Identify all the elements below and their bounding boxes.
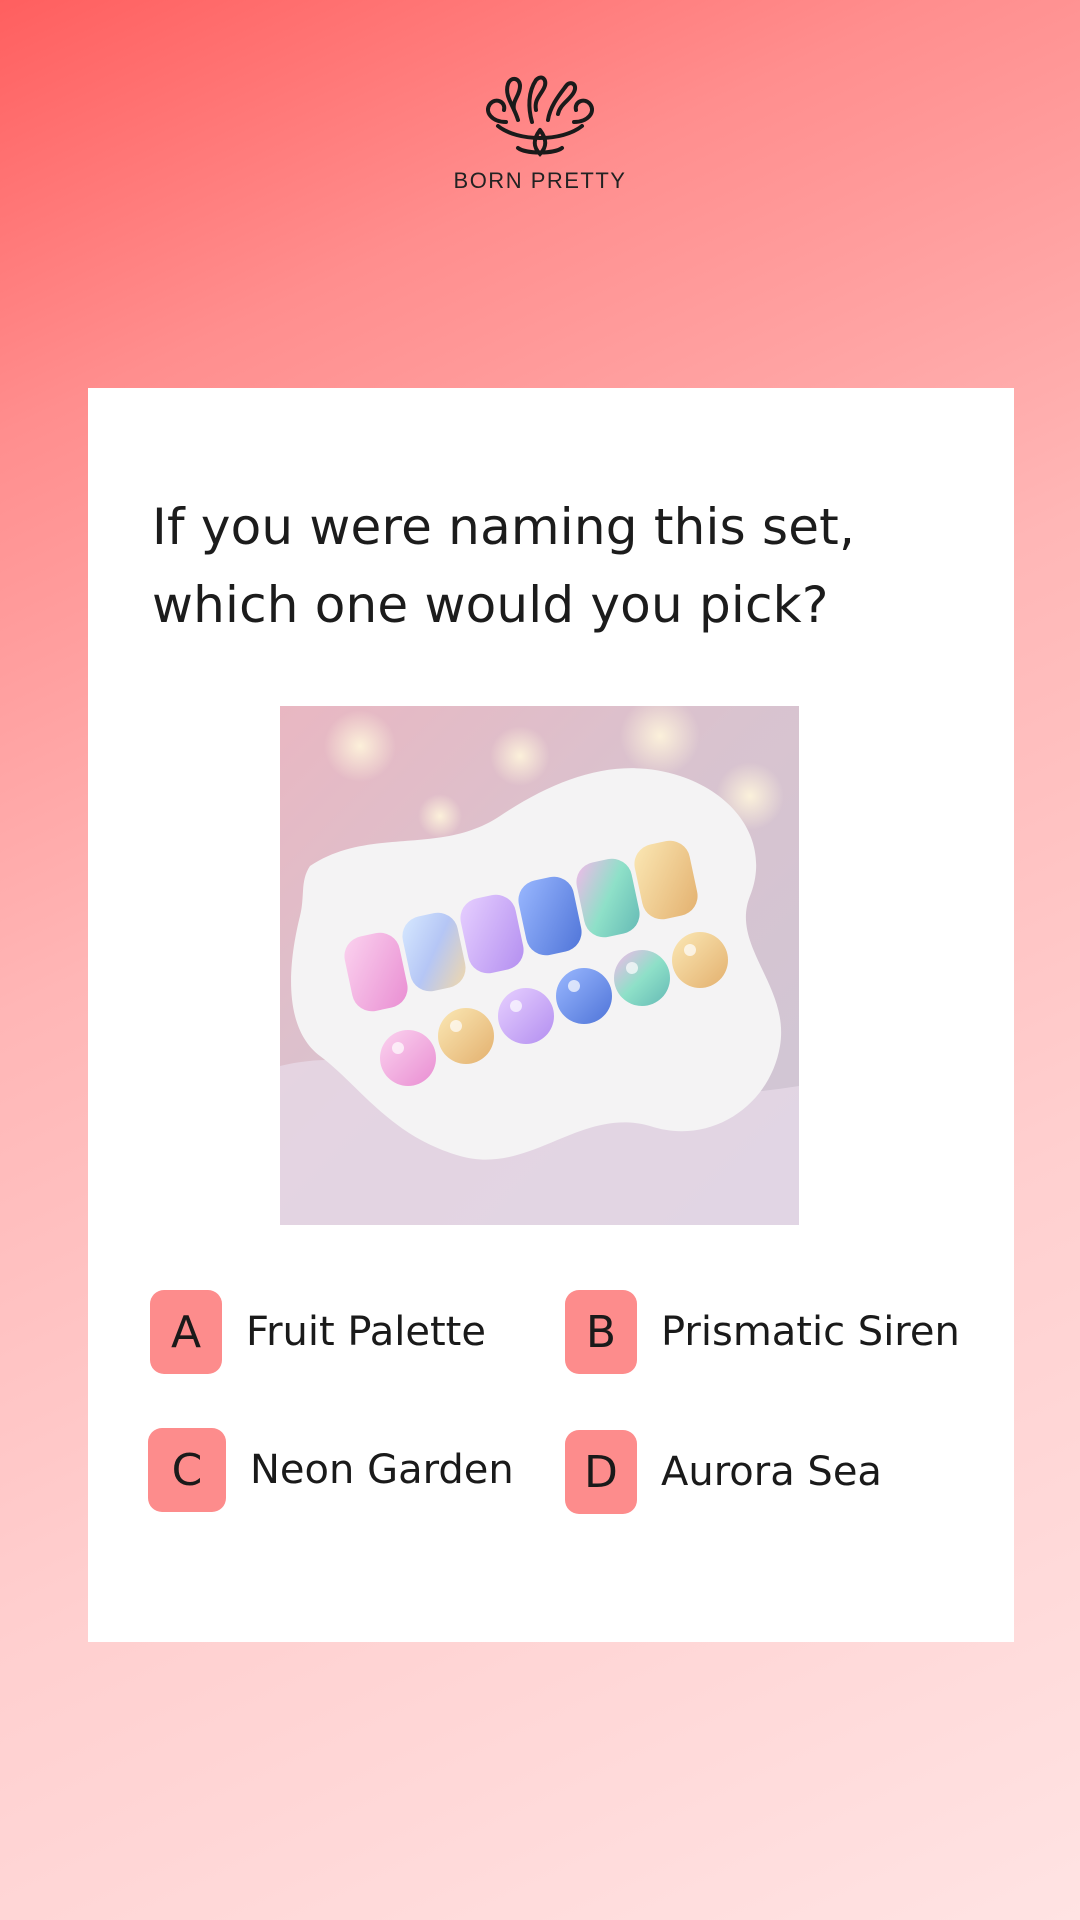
quiz-card: If you were naming this set, which one w… <box>88 388 1014 1642</box>
nail-swatch-photo <box>280 706 799 1225</box>
option-letter-badge: D <box>565 1430 637 1514</box>
brand-logo: BORN PRETTY <box>0 70 1080 194</box>
product-photo <box>280 706 799 1225</box>
option-letter-badge: B <box>565 1290 637 1374</box>
option-letter-badge: C <box>148 1428 226 1512</box>
option-label: Fruit Palette <box>246 1309 486 1355</box>
option-b[interactable]: B Prismatic Siren <box>565 1290 960 1374</box>
quiz-question: If you were naming this set, which one w… <box>152 498 856 634</box>
option-a[interactable]: A Fruit Palette <box>150 1290 486 1374</box>
brand-name: BORN PRETTY <box>453 168 627 193</box>
option-d[interactable]: D Aurora Sea <box>565 1430 882 1514</box>
swirl-logo-icon <box>486 75 594 157</box>
option-letter-badge: A <box>150 1290 222 1374</box>
option-label: Aurora Sea <box>661 1449 882 1495</box>
option-label: Prismatic Siren <box>661 1309 960 1355</box>
option-c[interactable]: C Neon Garden <box>148 1428 514 1512</box>
option-label: Neon Garden <box>250 1447 514 1493</box>
